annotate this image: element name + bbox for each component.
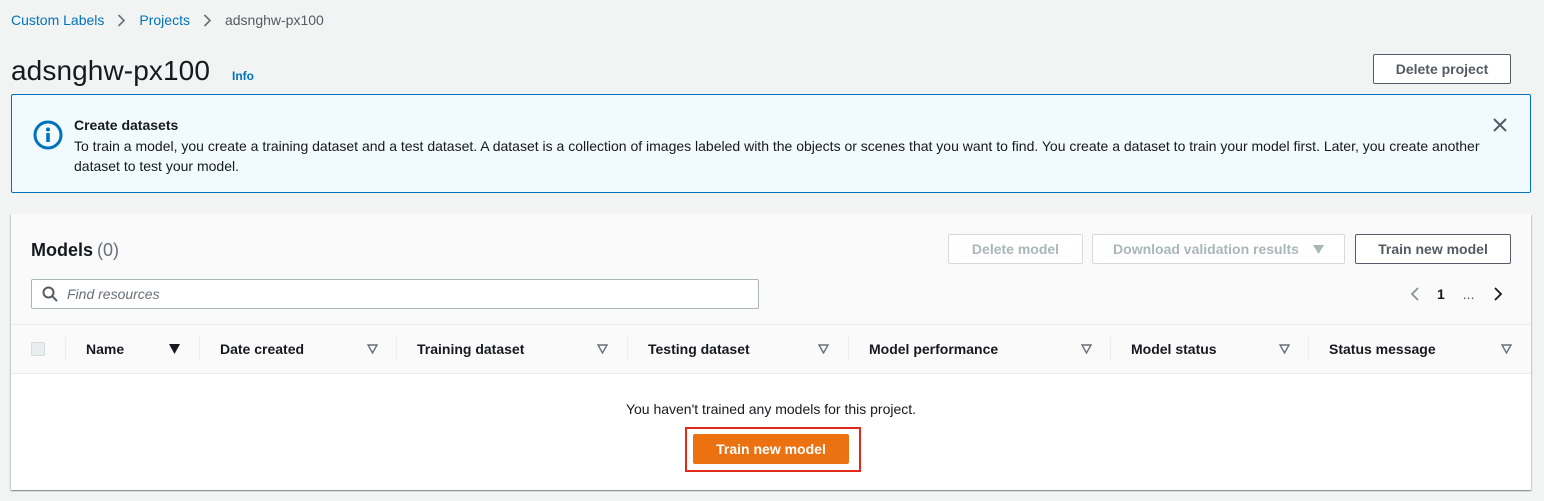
column-divider (65, 337, 66, 361)
column-divider (1110, 337, 1111, 361)
column-label: Testing dataset (648, 341, 750, 357)
column-label: Name (86, 341, 125, 357)
column-label: Date created (220, 341, 305, 357)
info-link[interactable]: Info (232, 69, 254, 83)
empty-state-message: You haven't trained any models for this … (625, 401, 917, 417)
models-count: (0) (97, 240, 120, 260)
sort-icon (597, 344, 608, 354)
caret-down-icon (1312, 244, 1324, 254)
models-header: Models (0) Delete model Download validati… (11, 214, 1531, 324)
chevron-left-icon[interactable] (1409, 286, 1421, 302)
page-number[interactable]: 1 (1437, 286, 1445, 302)
column-header-date-created[interactable]: Date created (220, 325, 398, 373)
column-header-model-performance[interactable]: Model performance (869, 325, 1111, 373)
breadcrumb-current: adsnghw-px100 (224, 12, 324, 28)
delete-project-button[interactable]: Delete project (1373, 54, 1511, 84)
column-divider (396, 337, 397, 361)
search-input[interactable] (67, 286, 747, 302)
models-title: Models (0) (31, 240, 119, 261)
sort-descending-icon (169, 344, 180, 354)
download-validation-results-label: Download validation results (1113, 241, 1299, 257)
column-header-status-message[interactable]: Status message (1329, 325, 1519, 373)
search-icon (42, 286, 58, 302)
page-ellipsis: ... (1462, 286, 1475, 302)
delete-model-button[interactable]: Delete model (948, 234, 1083, 264)
breadcrumb-custom-labels[interactable]: Custom Labels (11, 12, 104, 28)
page-title: adsnghw-px100 (11, 55, 210, 86)
column-header-name[interactable]: Name (86, 325, 200, 373)
column-label: Training dataset (417, 341, 525, 357)
column-label: Status message (1329, 341, 1436, 357)
chevron-right-icon[interactable] (1492, 286, 1504, 302)
breadcrumb-projects[interactable]: Projects (139, 12, 190, 28)
info-circle-icon (33, 120, 63, 150)
breadcrumb: Custom Labels Projects adsnghw-px100 (11, 10, 324, 30)
sort-icon (1081, 344, 1092, 354)
chevron-right-icon (203, 13, 212, 27)
download-validation-results-button[interactable]: Download validation results (1092, 234, 1345, 264)
create-datasets-alert: Create datasets To train a model, you cr… (11, 94, 1531, 193)
column-header-testing-dataset[interactable]: Testing dataset (648, 325, 848, 373)
train-new-model-primary-button[interactable]: Train new model (693, 434, 849, 464)
alert-title: Create datasets (74, 117, 179, 133)
pagination: 1 ... (1409, 284, 1504, 304)
column-header-model-status[interactable]: Model status (1131, 325, 1307, 373)
column-header-training-dataset[interactable]: Training dataset (417, 325, 627, 373)
column-divider (627, 337, 628, 361)
close-icon[interactable] (1491, 116, 1509, 134)
column-divider (199, 337, 200, 361)
sort-icon (818, 344, 829, 354)
search-field[interactable] (31, 279, 759, 309)
sort-icon (1501, 344, 1512, 354)
select-all-checkbox[interactable] (31, 342, 45, 356)
column-label: Model performance (869, 341, 999, 357)
sort-icon (367, 344, 378, 354)
column-divider (848, 337, 849, 361)
alert-body: To train a model, you create a training … (74, 138, 1480, 174)
models-title-label: Models (31, 240, 94, 260)
models-container: Models (0) Delete model Download validati… (11, 214, 1531, 490)
train-new-model-button[interactable]: Train new model (1355, 234, 1511, 264)
sort-icon (1279, 344, 1290, 354)
column-divider (1308, 337, 1309, 361)
table-header: Name Date created Training dataset Testi… (11, 324, 1531, 374)
column-label: Model status (1131, 341, 1217, 357)
chevron-right-icon (117, 13, 126, 27)
